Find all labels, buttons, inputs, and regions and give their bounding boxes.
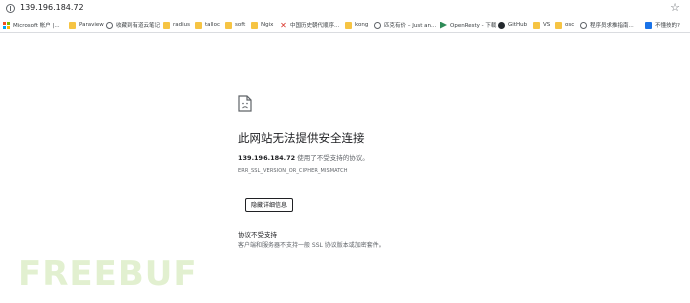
bookmarks-bar: Microsoft 帐户 |... Paraview 收藏到有道云笔记 radi… <box>0 18 690 33</box>
bookmark-ngix[interactable]: Ngix <box>251 20 273 30</box>
bookmark-blue[interactable]: 不懂技的? <box>645 20 680 30</box>
hide-details-button[interactable]: 隐藏详细信息 <box>245 198 293 212</box>
details-text: 客户端和服务器不支持一般 SSL 协议版本或加密套件。 <box>238 242 385 249</box>
folder-icon <box>69 21 76 29</box>
error-detail: 139.196.184.72 使用了不受支持的协议。 <box>238 152 369 162</box>
bookmark-microsoft[interactable]: Microsoft 帐户 |... <box>3 20 60 30</box>
globe-icon <box>580 21 587 29</box>
openresty-icon <box>440 21 447 29</box>
error-code: ERR_SSL_VERSION_OR_CIPHER_MISMATCH <box>238 168 348 174</box>
bookmark-youdao[interactable]: 收藏到有道云笔记 <box>106 20 160 30</box>
bookmark-label: 收藏到有道云笔记 <box>116 23 161 29</box>
error-host: 139.196.184.72 <box>238 154 296 162</box>
bookmark-label: 程序员求推指南... <box>590 23 634 29</box>
bookmark-github[interactable]: GitHub <box>498 20 527 30</box>
address-bar[interactable]: 139.196.184.72 ☆ <box>0 0 690 19</box>
bookmark-paraview[interactable]: Paraview <box>69 20 104 30</box>
microsoft-icon <box>3 21 10 29</box>
bookmark-label: 中国历史朝代顺序... <box>290 23 340 29</box>
bookmark-label: radius <box>173 22 191 28</box>
bookmark-star-icon[interactable]: ☆ <box>670 1 680 15</box>
folder-icon <box>195 21 202 29</box>
bookmark-history[interactable]: ✕ 中国历史朝代顺序... <box>280 20 339 30</box>
bookmark-label: talloc <box>205 22 220 28</box>
folder-icon <box>225 21 232 29</box>
bookmark-label: Paraview <box>79 22 104 28</box>
bookmark-label: kong <box>355 22 369 28</box>
bookmark-talloc[interactable]: talloc <box>195 20 220 30</box>
github-icon <box>498 21 505 29</box>
bookmark-label: osc <box>565 22 575 28</box>
bookmark-label: OpenResty - 下载 <box>450 23 497 29</box>
x-icon: ✕ <box>280 20 287 30</box>
bookmark-openresty[interactable]: OpenResty - 下载 <box>440 20 496 30</box>
bookmark-label: VS <box>543 22 551 28</box>
globe-icon <box>374 21 381 29</box>
error-title: 此网站无法提供安全连接 <box>238 131 365 145</box>
url-text[interactable]: 139.196.184.72 <box>20 3 84 12</box>
bookmark-label: Microsoft 帐户 |... <box>13 23 60 29</box>
folder-icon <box>533 21 540 29</box>
bookmark-label: GitHub <box>508 22 528 28</box>
folder-icon <box>251 21 258 29</box>
blue-box-icon <box>645 21 652 29</box>
details-heading: 协议不受支持 <box>238 231 277 239</box>
folder-icon <box>163 21 170 29</box>
bookmark-label: 不懂技的? <box>655 23 680 29</box>
bookmark-vs[interactable]: VS <box>533 20 550 30</box>
bookmark-osc[interactable]: osc <box>555 20 574 30</box>
folder-icon <box>345 21 352 29</box>
bookmark-kong[interactable]: kong <box>345 20 368 30</box>
site-info-icon[interactable] <box>6 4 15 13</box>
bookmark-programmer[interactable]: 程序员求推指南... <box>580 20 634 30</box>
sad-document-icon <box>238 95 252 112</box>
globe-icon <box>106 21 113 29</box>
error-detail-text: 使用了不受支持的协议。 <box>295 154 369 162</box>
bookmark-label: 匹克有价 – Just an... <box>384 23 437 29</box>
bookmark-just-an[interactable]: 匹克有价 – Just an... <box>374 20 436 30</box>
bookmark-soft[interactable]: soft <box>225 20 245 30</box>
watermark: FREEBUF <box>18 254 198 294</box>
bookmark-label: Ngix <box>261 22 274 28</box>
folder-icon <box>555 21 562 29</box>
bookmark-label: soft <box>235 22 246 28</box>
bookmark-radius[interactable]: radius <box>163 20 190 30</box>
